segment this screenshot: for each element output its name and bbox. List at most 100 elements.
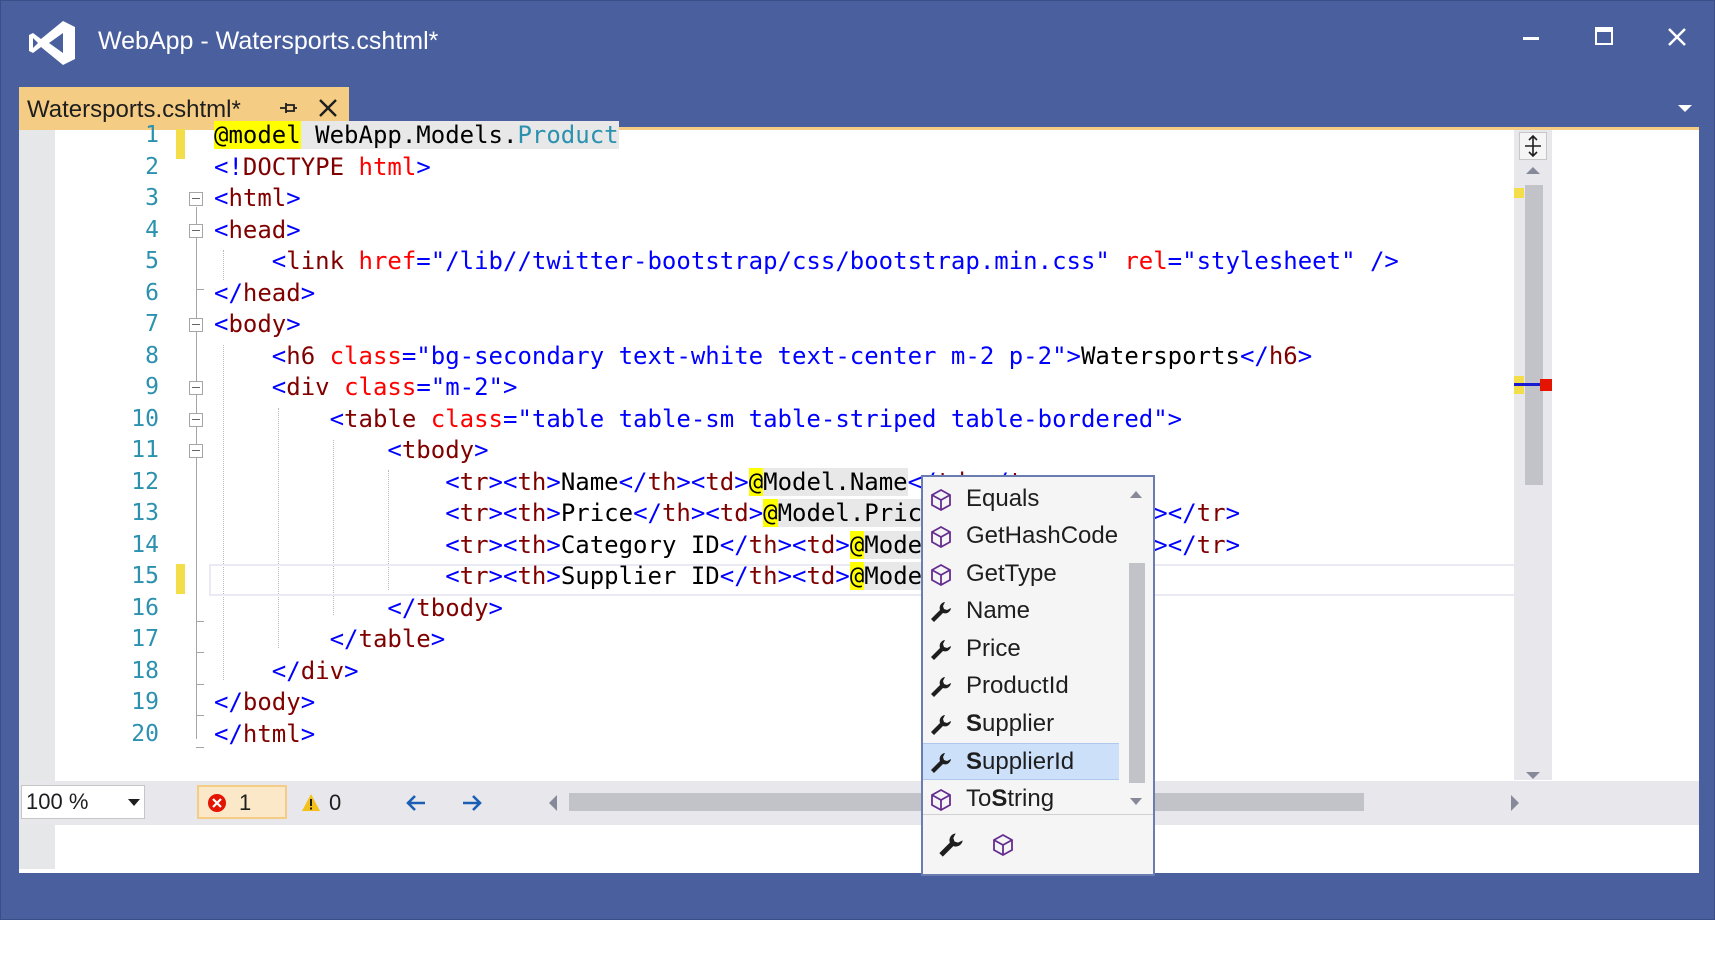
completion-item-gethashcode[interactable]: GetHashCode <box>923 518 1119 555</box>
collapse-table-icon[interactable] <box>189 413 203 427</box>
editor-status-bar: 100 % 1 0 <box>19 781 1699 825</box>
code-line-19: </body> <box>214 688 316 716</box>
completion-item-label: Name <box>966 597 1031 624</box>
collapse-tbody-icon[interactable] <box>189 444 203 458</box>
line-number: 16 <box>131 595 159 621</box>
chevron-down-icon[interactable] <box>1674 99 1696 117</box>
code-line-8: <h6 class="bg-secondary text-white text-… <box>271 342 1313 370</box>
completion-items: Equals GetHashCode GetType Name Price Pr… <box>923 477 1121 814</box>
completion-item-label: Supplier <box>966 710 1055 737</box>
property-filter-wrench-icon[interactable] <box>937 831 965 859</box>
pin-icon[interactable] <box>277 97 299 119</box>
code-line-15: <tr><th>Supplier ID</th><td>@Model.S <box>214 559 968 593</box>
intellisense-completion-list[interactable]: Equals GetHashCode GetType Name Price Pr… <box>921 475 1155 876</box>
line-number: 7 <box>145 311 159 337</box>
split-window-icon[interactable] <box>1519 132 1547 160</box>
completion-item-label: GetHashCode <box>966 522 1119 549</box>
fold-end <box>196 621 204 622</box>
fold-guide <box>196 239 197 289</box>
scroll-left-icon[interactable] <box>547 793 559 813</box>
warning-icon[interactable] <box>301 793 321 813</box>
wrench-icon <box>931 677 951 697</box>
completion-scrollbar[interactable] <box>1123 481 1151 814</box>
line-number: 14 <box>131 532 159 558</box>
completion-item-tostring[interactable]: ToString <box>923 781 1119 818</box>
error-count-button[interactable]: 1 <box>197 785 287 819</box>
zoom-dropdown[interactable]: 100 % <box>21 785 145 819</box>
maximize-icon[interactable] <box>1586 19 1622 55</box>
method-cube-icon <box>931 788 951 812</box>
code-line-4: <head> <box>214 216 301 244</box>
code-editor[interactable]: 1 2 3 4 5 6 7 8 9 10 11 12 13 14 15 16 1… <box>19 121 1699 873</box>
method-cube-icon <box>931 525 951 549</box>
completion-item-label: Equals <box>966 485 1040 512</box>
minimize-icon[interactable] <box>1513 19 1549 55</box>
line-number: 10 <box>131 406 159 432</box>
line-number: 5 <box>145 248 159 274</box>
line-number: 4 <box>145 217 159 243</box>
line-number: 12 <box>131 469 159 495</box>
line-number: 13 <box>131 500 159 526</box>
code-line-10: <table class="table table-sm table-strip… <box>329 405 1183 433</box>
completion-item-productid[interactable]: ProductId <box>923 668 1119 705</box>
error-count: 1 <box>239 790 252 815</box>
collapse-html-icon[interactable] <box>189 192 203 206</box>
completion-item-label: SupplierId <box>966 748 1075 775</box>
close-icon[interactable] <box>317 97 339 119</box>
wrench-icon <box>931 640 951 660</box>
completion-item-equals[interactable]: Equals <box>923 481 1119 518</box>
change-map-marker <box>1514 188 1524 198</box>
arrow-right-icon[interactable] <box>461 793 483 813</box>
code-line-18: </div> <box>271 657 359 685</box>
code-line-16: </tbody> <box>387 594 503 622</box>
title-bar: WebApp - Watersports.cshtml* <box>1 1 1715 79</box>
code-line-1: @model WebApp.Models.Product <box>214 121 619 149</box>
code-line-3: <html> <box>214 184 301 212</box>
collapse-div-icon[interactable] <box>189 381 203 395</box>
completion-scroll-thumb[interactable] <box>1129 563 1145 783</box>
zoom-level: 100 % <box>26 789 89 814</box>
close-window-icon[interactable] <box>1659 19 1695 55</box>
scroll-thumb[interactable] <box>1525 185 1543 485</box>
code-line-7: <body> <box>214 310 301 338</box>
line-number: 11 <box>131 437 159 463</box>
collapse-head-icon[interactable] <box>189 224 203 238</box>
code-line-20: </html> <box>214 720 316 748</box>
line-number: 18 <box>131 658 159 684</box>
completion-item-supplier[interactable]: Supplier <box>923 706 1119 743</box>
arrow-left-icon[interactable] <box>405 793 427 813</box>
completion-item-name[interactable]: Name <box>923 593 1119 630</box>
vertical-scrollbar[interactable] <box>1514 130 1552 780</box>
completion-item-label: ToString <box>966 785 1055 812</box>
code-line-6: </head> <box>214 279 316 307</box>
fold-end <box>196 289 204 290</box>
ide-window: WebApp - Watersports.cshtml* Watersports… <box>0 0 1715 920</box>
visual-studio-logo-icon <box>29 21 75 65</box>
line-number: 9 <box>145 374 159 400</box>
code-text[interactable]: @model WebApp.Models.Product <!DOCTYPE h… <box>214 121 1514 869</box>
wrench-icon <box>931 715 951 735</box>
code-line-9: <div class="m-2"> <box>271 373 518 401</box>
outlining-margin <box>184 130 208 869</box>
scroll-up-icon[interactable] <box>1129 489 1143 499</box>
scroll-right-icon[interactable] <box>1509 793 1521 813</box>
scroll-up-icon[interactable] <box>1524 164 1542 176</box>
completion-item-label: Price <box>966 635 1021 662</box>
code-line-17: </table> <box>329 625 446 653</box>
warning-count: 0 <box>329 790 342 815</box>
line-number: 2 <box>145 154 159 180</box>
selection-margin[interactable] <box>19 130 55 869</box>
completion-filter-bar <box>923 814 1153 875</box>
scroll-down-icon[interactable] <box>1129 797 1143 807</box>
collapse-body-icon[interactable] <box>189 318 203 332</box>
completion-item-label: GetType <box>966 560 1057 587</box>
error-icon <box>208 794 226 812</box>
completion-item-price[interactable]: Price <box>923 631 1119 668</box>
completion-item-gettype[interactable]: GetType <box>923 556 1119 593</box>
window-title: WebApp - Watersports.cshtml* <box>98 27 439 55</box>
error-map-marker <box>1540 379 1552 391</box>
line-number: 8 <box>145 343 159 369</box>
completion-item-supplierid[interactable]: SupplierId <box>923 743 1119 780</box>
method-filter-cube-icon[interactable] <box>991 833 1015 857</box>
line-number: 1 <box>145 122 159 148</box>
